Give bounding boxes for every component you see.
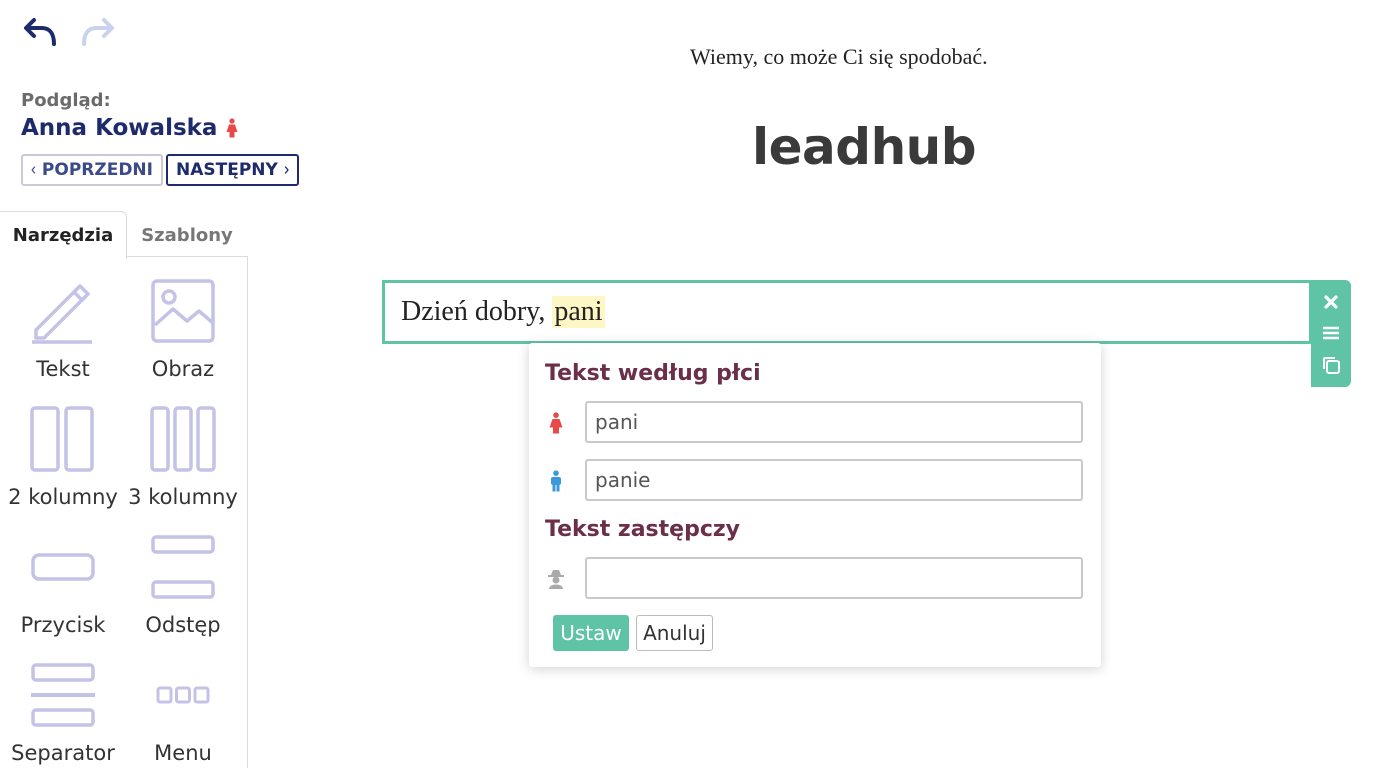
undo-icon xyxy=(24,18,56,46)
undo-button[interactable] xyxy=(20,14,60,50)
anonymous-icon xyxy=(545,566,567,592)
tool-label: Odstęp xyxy=(145,613,221,637)
female-text-input[interactable] xyxy=(585,401,1083,443)
tool-menu[interactable]: Menu xyxy=(120,659,246,765)
tool-separator[interactable]: Separator xyxy=(0,659,126,765)
personalization-token[interactable]: pani xyxy=(552,296,605,328)
tool-button[interactable]: Przycisk xyxy=(0,531,126,637)
separator-icon xyxy=(31,663,95,727)
two-columns-icon xyxy=(30,406,94,472)
female-icon xyxy=(545,410,567,436)
move-block-button[interactable] xyxy=(1319,321,1343,345)
fallback-text-heading: Tekst zastępczy xyxy=(545,517,741,542)
redo-icon xyxy=(82,18,114,46)
tool-spacer[interactable]: Odstęp xyxy=(120,531,246,637)
tool-label: Menu xyxy=(154,741,212,765)
tab-templates[interactable]: Szablony xyxy=(127,211,247,259)
previous-button-label: POPRZEDNI xyxy=(41,160,153,180)
gender-text-heading: Tekst według płci xyxy=(545,361,761,386)
fallback-text-input[interactable] xyxy=(585,557,1083,599)
tool-label: Przycisk xyxy=(20,613,106,637)
button-icon xyxy=(31,553,95,581)
duplicate-icon xyxy=(1323,357,1340,375)
three-columns-icon xyxy=(150,406,216,472)
gender-text-popup: Tekst według płci Tekst zastępczy Ustaw … xyxy=(529,343,1101,667)
duplicate-block-button[interactable] xyxy=(1319,353,1343,377)
brand-logo[interactable]: leadhub xyxy=(752,108,977,176)
redo-button[interactable] xyxy=(78,14,118,50)
set-button[interactable]: Ustaw xyxy=(553,615,629,651)
female-icon xyxy=(226,118,238,138)
preview-recipient: Anna Kowalska xyxy=(21,115,239,141)
move-icon xyxy=(1323,327,1339,340)
tool-label: 2 kolumny xyxy=(8,485,118,509)
spacer-icon xyxy=(151,535,215,599)
tool-two-columns[interactable]: 2 kolumny xyxy=(0,403,126,509)
preview-label: Podgląd: xyxy=(21,90,111,111)
image-icon xyxy=(151,279,215,343)
next-button[interactable]: NASTĘPNY xyxy=(166,154,299,186)
tool-text[interactable]: Tekst xyxy=(0,275,126,381)
tool-image[interactable]: Obraz xyxy=(120,275,246,381)
logo-text: leadhub xyxy=(752,118,977,176)
close-icon xyxy=(1324,295,1338,309)
cancel-button[interactable]: Anuluj xyxy=(636,615,713,651)
tool-label: 3 kolumny xyxy=(128,485,238,509)
chevron-left-icon xyxy=(31,166,36,174)
block-toolbar xyxy=(1311,280,1351,387)
menu-icon xyxy=(156,686,210,704)
delete-block-button[interactable] xyxy=(1319,290,1343,314)
next-button-label: NASTĘPNY xyxy=(176,160,278,180)
male-icon xyxy=(545,468,567,494)
chevron-right-icon xyxy=(284,166,289,174)
preview-recipient-name: Anna Kowalska xyxy=(21,115,218,141)
tab-tools[interactable]: Narzędzia xyxy=(0,211,127,259)
block-text: Dzień dobry, xyxy=(401,296,553,327)
tool-three-columns[interactable]: 3 kolumny xyxy=(120,403,246,509)
pencil-icon xyxy=(32,284,92,344)
male-text-input[interactable] xyxy=(585,459,1083,501)
tool-label: Tekst xyxy=(36,357,90,381)
previous-button[interactable]: POPRZEDNI xyxy=(21,154,163,186)
tools-panel: Tekst Obraz 2 kolumny 3 kolumny Przycisk… xyxy=(0,256,248,768)
email-header-text[interactable]: Wiemy, co może Ci się spodobać. xyxy=(690,44,988,70)
selected-text-block[interactable]: Dzień dobry, pani xyxy=(382,280,1312,344)
tool-label: Obraz xyxy=(151,357,215,381)
tool-label: Separator xyxy=(11,741,115,765)
